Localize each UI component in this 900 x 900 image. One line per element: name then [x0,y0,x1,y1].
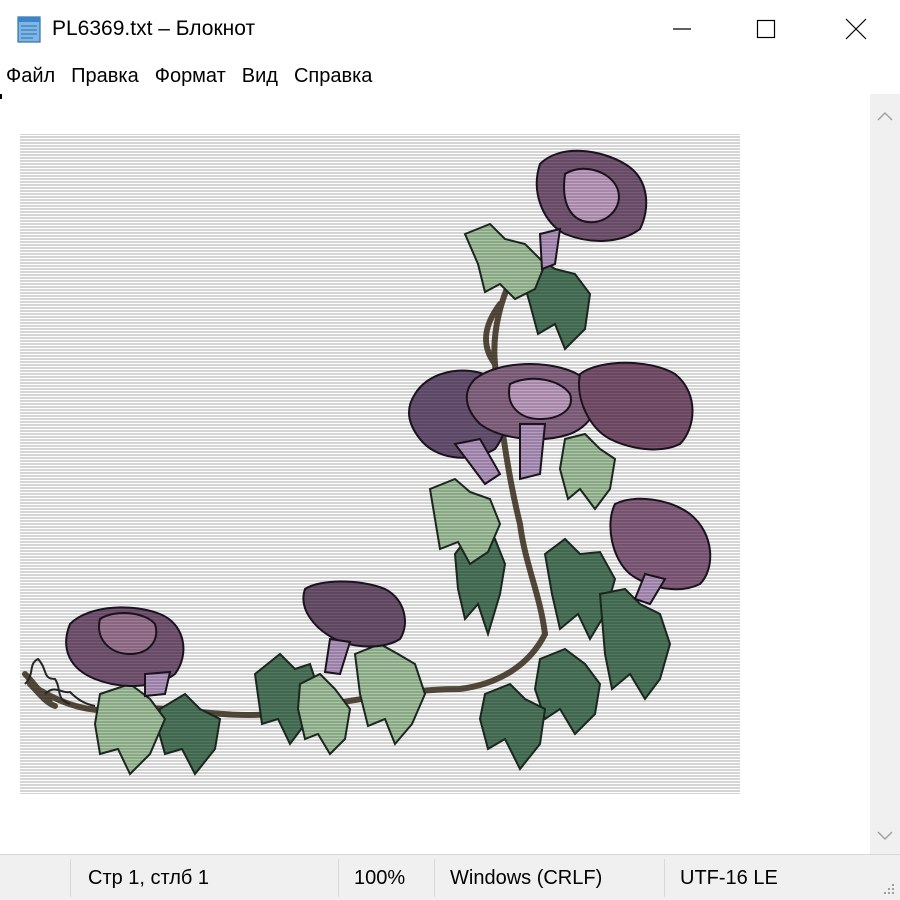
title-bar[interactable]: PL6369.txt – Блокнот [0,0,900,58]
scanline-texture [20,134,740,794]
menu-view[interactable]: Вид [234,58,286,94]
window-title: PL6369.txt – Блокнот [52,17,256,40]
menu-format[interactable]: Формат [147,58,234,94]
menu-edit[interactable]: Правка [63,58,147,94]
chevron-down-icon [877,831,893,841]
scroll-up-button[interactable] [870,98,900,134]
minimize-icon [673,28,691,30]
status-encoding: UTF-16 LE [680,867,778,889]
close-button[interactable] [810,0,900,58]
text-caret [0,94,2,99]
chevron-up-icon [877,111,893,121]
maximize-button[interactable] [720,0,812,58]
menu-file[interactable]: Файл [0,58,63,94]
status-cursor-position: Стр 1, стлб 1 [88,867,210,889]
minimize-button[interactable] [636,0,728,58]
status-separator [70,859,71,897]
notepad-window: PL6369.txt – Блокнот Файл Правка Формат … [0,0,900,900]
maximize-icon [756,19,776,39]
vertical-scrollbar[interactable] [870,94,900,854]
scroll-down-button[interactable] [870,818,900,854]
text-editor[interactable] [0,94,870,854]
ascii-art-morning-glory [20,134,740,794]
status-zoom: 100% [354,867,406,889]
notepad-icon [17,16,41,43]
status-line-endings: Windows (CRLF) [450,867,603,889]
close-icon [845,18,867,40]
status-bar: Стр 1, стлб 1 100% Windows (CRLF) UTF-16… [0,854,900,900]
menu-help[interactable]: Справка [286,58,380,94]
menu-bar: Файл Правка Формат Вид Справка [0,58,900,94]
resize-grip-icon[interactable] [882,882,896,896]
